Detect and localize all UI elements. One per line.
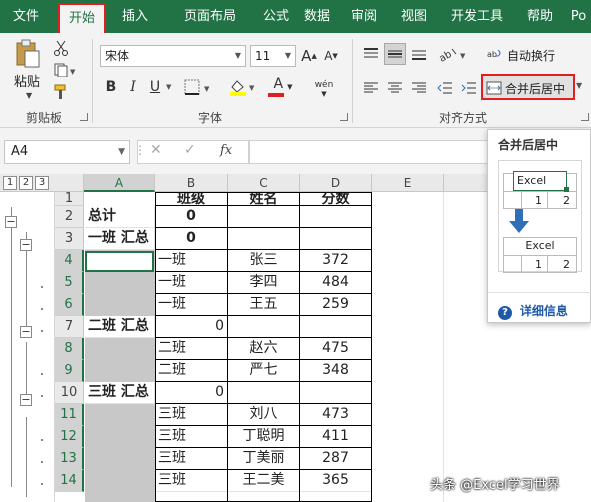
font-launcher-icon[interactable] — [340, 113, 348, 121]
font-size-combo[interactable]: 11 ▼ — [250, 45, 296, 67]
font-name-value: 宋体 — [105, 49, 130, 63]
align-middle-button[interactable] — [384, 43, 406, 65]
tab-review[interactable]: 审阅 — [342, 0, 386, 33]
formula-controls: ⋮ ✕ ✓ fx — [134, 140, 249, 164]
preview-before-cell: Excel — [513, 171, 567, 191]
preview-after-cell: Excel — [525, 239, 555, 252]
paste-dropdown-icon[interactable]: ▼ — [26, 91, 32, 100]
merge-center-button[interactable]: 合并后居中 — [481, 74, 575, 100]
font-color-button[interactable]: A ▼ — [266, 76, 300, 97]
tab-home[interactable]: 开始 — [58, 3, 106, 33]
grow-font-button[interactable]: A ▲ — [300, 45, 318, 67]
tab-insert[interactable]: 插入 — [112, 0, 158, 33]
tab-view[interactable]: 视图 — [392, 0, 436, 33]
preview-before-num1: 1 — [535, 194, 542, 207]
more-icon: ⋮ — [134, 143, 146, 157]
fill-color-button[interactable]: ▼ — [226, 77, 260, 97]
name-box-value: A4 — [11, 144, 29, 159]
cancel-icon[interactable]: ✕ — [150, 142, 162, 158]
watermark: 头条 @Excel学习世界 — [430, 478, 560, 493]
chevron-down-icon: ▼ — [234, 51, 242, 60]
wrap-text-icon[interactable]: ab — [486, 45, 504, 63]
wrap-text-button[interactable]: 自动换行 — [507, 47, 555, 64]
font-size-value: 11 — [255, 49, 271, 63]
merge-center-tooltip: 合并后居中 Excel 1 2 Excel 1 2 ? 详细信息 — [487, 129, 591, 323]
formula-input[interactable] — [249, 140, 489, 164]
clipboard-group-label: 剪贴板 — [25, 111, 62, 125]
chevron-down-icon: ▼ — [118, 147, 125, 157]
italic-button[interactable]: I — [124, 77, 142, 97]
svg-text:▼: ▼ — [249, 84, 255, 92]
chevron-down-icon[interactable]: ▼ — [166, 83, 171, 91]
font-group-label: 字体 — [197, 111, 222, 125]
tooltip-help-label: 详细信息 — [519, 304, 568, 318]
svg-text:ab: ab — [438, 49, 454, 62]
font-color-icon: A — [273, 76, 284, 92]
align-left-button[interactable] — [360, 77, 382, 99]
paste-icon[interactable] — [10, 39, 46, 69]
alignment-group-label: 对齐方式 — [438, 111, 487, 125]
tab-file[interactable]: 文件 — [4, 0, 48, 33]
tab-data[interactable]: 数据 — [294, 0, 340, 33]
tab-help[interactable]: 帮助 — [518, 0, 562, 33]
tab-formulas[interactable]: 公式 — [254, 0, 298, 33]
alignment-launcher-icon[interactable] — [581, 113, 589, 121]
align-right-button[interactable] — [408, 77, 430, 99]
enter-icon[interactable]: ✓ — [184, 142, 196, 158]
preview-before-num2: 2 — [563, 194, 570, 207]
phonetic-icon: wén — [314, 80, 334, 90]
grow-font-icon: A — [301, 47, 312, 65]
align-center-button[interactable] — [384, 77, 406, 99]
merge-center-label: 合并后居中 — [505, 82, 566, 96]
increase-indent-button[interactable] — [458, 77, 480, 99]
ribbon-tab-bar: 文件 开始 插入 页面布局 公式 数据 审阅 视图 开发工具 帮助 Po — [0, 0, 591, 33]
tab-page-layout[interactable]: 页面布局 — [168, 0, 252, 33]
underline-button[interactable]: U — [146, 77, 164, 97]
clipboard-launcher-icon[interactable] — [80, 113, 88, 121]
align-bottom-button[interactable] — [408, 43, 430, 65]
copy-icon[interactable]: ▼ — [52, 61, 78, 79]
shrink-font-button[interactable]: A ▼ — [322, 45, 340, 67]
chevron-down-icon: ▼ — [284, 51, 292, 60]
group-divider — [352, 39, 353, 123]
tooltip-preview: Excel 1 2 Excel 1 2 — [498, 160, 582, 273]
font-name-combo[interactable]: 宋体 ▼ — [100, 45, 246, 67]
format-painter-icon[interactable] — [52, 83, 70, 101]
tooltip-help-link[interactable]: ? 详细信息 — [498, 302, 568, 320]
bold-button[interactable]: B — [102, 77, 120, 97]
tooltip-title: 合并后居中 — [498, 138, 559, 152]
preview-after-num1: 1 — [535, 258, 542, 271]
chevron-down-icon[interactable]: ▼ — [576, 81, 582, 90]
group-divider — [92, 39, 93, 123]
paste-label[interactable]: 粘贴 — [14, 71, 40, 90]
arrow-down-icon — [509, 209, 529, 233]
name-box[interactable]: A4 ▼ — [4, 140, 130, 164]
phonetic-button[interactable]: wén ▼ — [306, 77, 342, 101]
decrease-indent-button[interactable] — [434, 77, 456, 99]
tab-power[interactable]: Po — [566, 0, 591, 33]
insert-function-button[interactable]: fx — [220, 143, 232, 158]
borders-button[interactable]: ▼ — [182, 77, 216, 97]
svg-text:▼: ▼ — [460, 52, 466, 60]
tab-developer[interactable]: 开发工具 — [444, 0, 510, 33]
svg-text:▼: ▼ — [204, 85, 210, 93]
orientation-button[interactable]: ab ▼ — [436, 43, 470, 65]
ribbon: 粘贴 ▼ ▼ 剪贴板 宋体 ▼ 11 ▼ A ▲ A ▼ B I U ▼ ▼ ▼ A… — [0, 33, 591, 128]
align-top-button[interactable] — [360, 43, 382, 65]
shrink-font-icon: A — [324, 49, 333, 63]
preview-after-num2: 2 — [563, 258, 570, 271]
svg-text:ab: ab — [487, 50, 497, 59]
cut-icon[interactable] — [52, 39, 70, 57]
help-icon: ? — [498, 306, 512, 320]
svg-text:▼: ▼ — [70, 68, 76, 76]
